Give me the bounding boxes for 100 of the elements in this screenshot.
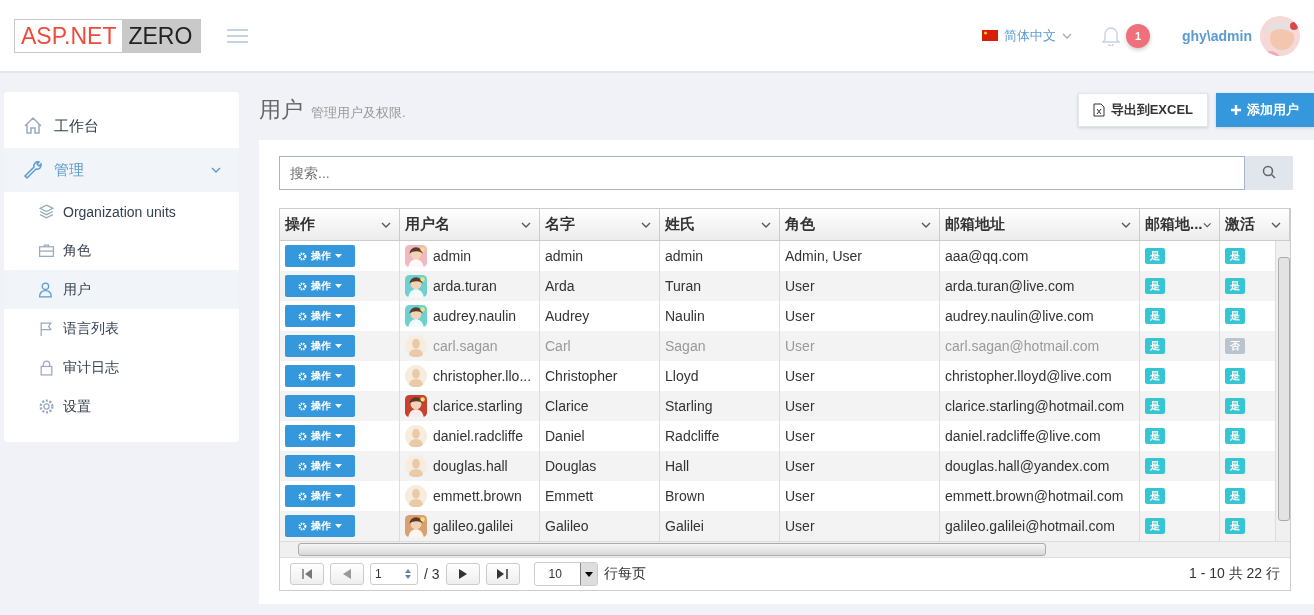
status-badge: 是 <box>1145 458 1165 474</box>
table-cell: Emmett <box>545 488 594 504</box>
chevron-down-icon <box>1062 32 1072 39</box>
briefcase-icon <box>38 242 55 259</box>
status-badge: 是 <box>1225 278 1245 294</box>
triangle-right-icon <box>458 569 467 579</box>
status-badge: 是 <box>1145 428 1165 444</box>
chevron-down-icon <box>1121 221 1131 228</box>
table-cell: clarice.starling@hotmail.com <box>945 398 1125 414</box>
column-header[interactable]: 角色 <box>780 209 940 240</box>
sidebar-item[interactable]: 工作台 <box>4 104 239 148</box>
caret-icon <box>335 314 342 318</box>
page-title: 用户 <box>259 96 303 124</box>
table-cell: User <box>785 368 815 384</box>
flag-icon <box>982 30 998 41</box>
gear-icon <box>298 491 307 501</box>
status-badge: 是 <box>1145 518 1165 534</box>
table-cell: Brown <box>665 488 705 504</box>
first-page-icon <box>301 569 313 579</box>
chevron-down-icon <box>381 221 391 228</box>
search-button[interactable] <box>1245 156 1293 190</box>
avatar-icon <box>405 455 427 477</box>
avatar-icon <box>405 365 427 387</box>
page-size-select[interactable]: 10 <box>533 562 598 586</box>
table-cell: audrey.naulin@live.com <box>945 308 1094 324</box>
table-cell: Christopher <box>545 368 618 384</box>
table-cell: emmett.brown <box>433 488 522 504</box>
sidebar-subitem[interactable]: 用户 <box>4 270 239 309</box>
table-cell: Sagan <box>665 338 706 354</box>
next-page-button[interactable] <box>445 563 480 585</box>
bell-icon[interactable] <box>1102 25 1120 46</box>
sidebar-subitem[interactable]: 语言列表 <box>4 309 239 348</box>
logo[interactable]: ASP.NET ZERO <box>14 18 202 53</box>
page-size-label: 行每页 <box>603 565 646 583</box>
table-cell: User <box>785 458 815 474</box>
gear-icon <box>298 281 307 291</box>
caret-icon <box>335 434 342 438</box>
status-badge: 是 <box>1225 248 1245 264</box>
table-cell: admin <box>665 248 704 264</box>
avatar-icon <box>405 335 427 357</box>
table-cell: Clarice <box>545 398 589 414</box>
caret-icon <box>335 524 342 528</box>
column-header[interactable]: 名字 <box>540 209 660 240</box>
last-page-icon <box>497 569 509 579</box>
caret-icon <box>335 464 342 468</box>
status-badge: 是 <box>1225 398 1245 414</box>
column-header[interactable]: 激活 <box>1220 209 1290 240</box>
first-page-button[interactable] <box>290 563 324 585</box>
status-badge: 是 <box>1225 308 1245 324</box>
wrench-icon <box>22 159 44 181</box>
search-field[interactable]: 搜索... <box>279 156 1245 190</box>
table-cell: admin <box>545 248 584 264</box>
table-cell: User <box>785 398 815 414</box>
page-number-field[interactable]: 1 <box>370 563 418 585</box>
gear-icon <box>298 401 307 411</box>
table-cell: Radcliffe <box>665 428 720 444</box>
layers-icon <box>38 203 55 220</box>
column-header[interactable]: 用户名 <box>400 209 540 240</box>
table-cell: Galilei <box>665 518 704 534</box>
home-icon <box>22 115 44 137</box>
caret-icon <box>335 494 342 498</box>
chevron-down-icon <box>211 167 221 173</box>
column-header[interactable]: 邮箱地... <box>1140 209 1220 240</box>
status-badge: 是 <box>1225 428 1245 444</box>
caret-icon <box>335 344 342 348</box>
column-header[interactable]: 操作 <box>280 209 400 240</box>
gear-icon <box>298 431 307 441</box>
last-page-button[interactable] <box>485 563 520 585</box>
previous-page-button[interactable] <box>330 563 364 585</box>
column-header[interactable]: 姓氏 <box>660 209 780 240</box>
gear-icon <box>298 251 307 261</box>
column-header[interactable]: 邮箱地址 <box>940 209 1140 240</box>
gear-icon <box>298 341 307 351</box>
table-cell: Carl <box>545 338 571 354</box>
menu-icon[interactable] <box>227 28 249 43</box>
page-subtitle: 管理用户及权限. <box>311 104 406 122</box>
horizontal-scrollbar[interactable] <box>280 541 1290 557</box>
table-cell: Lloyd <box>665 368 699 384</box>
status-badge: 是 <box>1225 368 1245 384</box>
table-cell: User <box>785 428 815 444</box>
table-cell: Arda <box>545 278 575 294</box>
spinner-icon <box>403 567 413 581</box>
status-badge: 是 <box>1145 248 1165 264</box>
chevron-down-icon <box>761 221 771 228</box>
table-cell: daniel.radcliffe <box>433 428 524 444</box>
table-cell: User <box>785 518 815 534</box>
gear-icon <box>298 461 307 471</box>
export-button[interactable]: 导出到EXCEL <box>1077 93 1208 127</box>
table-cell: carl.sagan@hotmail.com <box>945 338 1100 354</box>
vertical-scrollbar[interactable] <box>1275 241 1290 541</box>
table-cell: audrey.naulin <box>433 308 517 324</box>
caret-icon <box>335 254 342 258</box>
table-cell: douglas.hall <box>433 458 508 474</box>
sidebar-subitem[interactable]: 角色 <box>4 231 239 270</box>
table-cell: arda.turan <box>433 278 497 294</box>
sidebar-subitem[interactable]: 设置 <box>4 387 239 426</box>
table-cell: User <box>785 308 815 324</box>
sidebar-subitem[interactable]: Organization units <box>4 192 239 231</box>
triangle-left-icon <box>343 569 351 579</box>
sidebar-subitem[interactable]: 审计日志 <box>4 348 239 387</box>
